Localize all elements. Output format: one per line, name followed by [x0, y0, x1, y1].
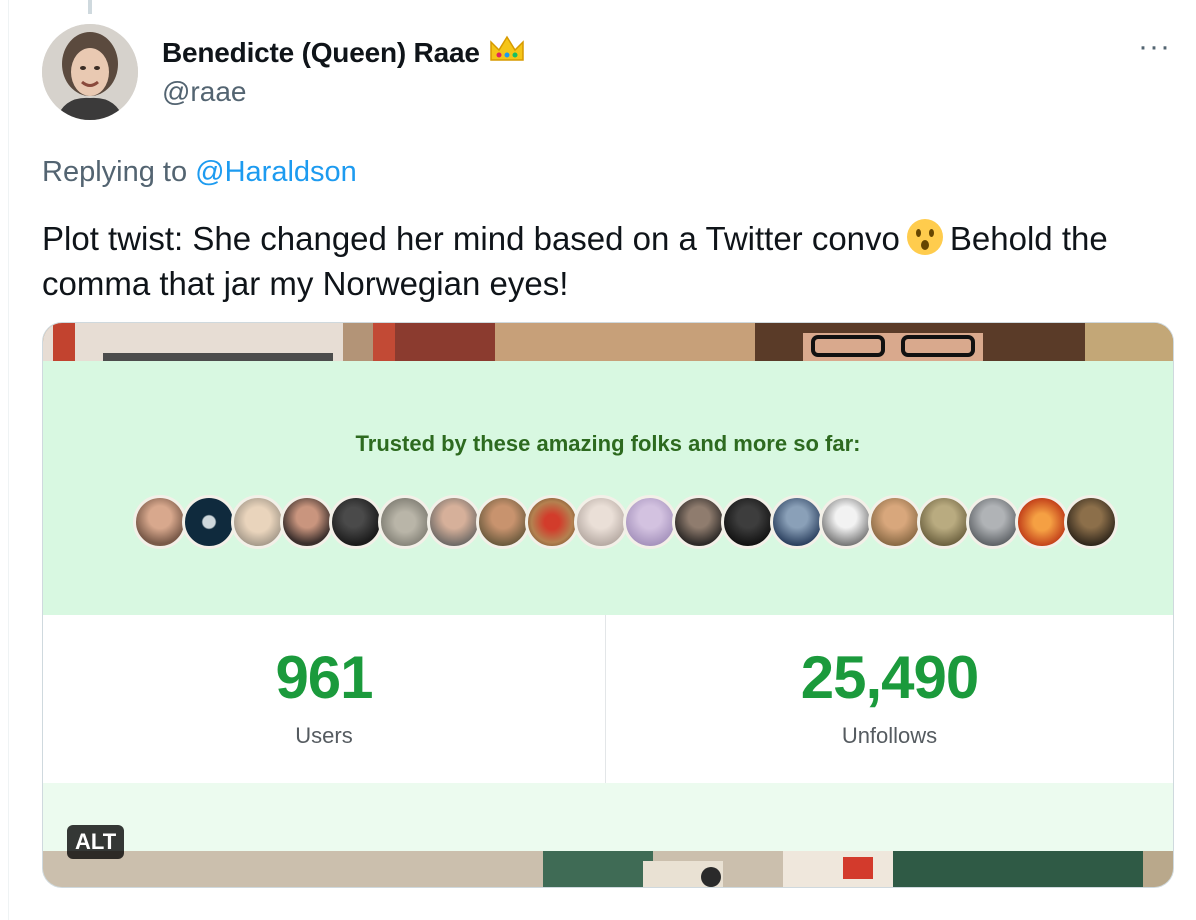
user-avatar-row — [133, 495, 1118, 549]
user-avatar — [182, 495, 236, 549]
user-avatar — [966, 495, 1020, 549]
user-avatar — [672, 495, 726, 549]
replying-to-prefix: Replying to — [42, 156, 196, 188]
attached-image[interactable]: Trusted by these amazing folks and more … — [42, 322, 1174, 888]
astonished-face-emoji-icon — [906, 218, 944, 264]
stat-unfollows-value: 25,490 — [800, 644, 980, 711]
author-handle[interactable]: @raae — [162, 76, 246, 108]
user-avatar — [721, 495, 775, 549]
alt-text-button[interactable]: ALT — [67, 825, 125, 859]
user-avatar — [623, 495, 677, 549]
user-avatar — [329, 495, 383, 549]
user-avatar — [476, 495, 530, 549]
thread-connector-line — [88, 0, 92, 14]
user-avatar — [525, 495, 579, 549]
stat-users: 961 Users — [43, 615, 606, 783]
stats-row: 961 Users 25,490 Unfollows — [43, 615, 1173, 784]
user-avatar — [231, 495, 285, 549]
image-bottom-photo-strip — [43, 851, 1173, 887]
image-top-photo-strip — [43, 323, 1173, 361]
replying-to-mention-link[interactable]: @Haraldson — [195, 156, 357, 188]
trusted-by-panel — [43, 361, 1173, 615]
user-avatar — [1064, 495, 1118, 549]
pale-green-footer-band — [43, 783, 1173, 851]
user-avatar — [574, 495, 628, 549]
stat-unfollows-label: Unfollows — [841, 723, 938, 748]
user-avatar — [819, 495, 873, 549]
tweet-text-part1: Plot twist: She changed her mind based o… — [42, 220, 900, 257]
user-avatar — [868, 495, 922, 549]
stat-unfollows: 25,490 Unfollows — [606, 615, 1173, 783]
user-avatar — [770, 495, 824, 549]
avatar-photo — [42, 24, 138, 120]
trusted-by-heading: Trusted by these amazing folks and more … — [355, 431, 861, 456]
stat-users-label: Users — [295, 723, 353, 748]
user-avatar — [133, 495, 187, 549]
more-options-icon[interactable]: ··· — [1138, 32, 1171, 62]
tweet-text: Plot twist: She changed her mind based o… — [42, 218, 1162, 303]
user-avatar — [1015, 495, 1069, 549]
crown-emoji-icon — [488, 34, 526, 71]
user-avatar — [427, 495, 481, 549]
author-name[interactable]: Benedicte (Queen) Raae — [162, 37, 480, 69]
stat-users-value: 961 — [275, 644, 373, 711]
user-avatar — [378, 495, 432, 549]
user-avatar — [917, 495, 971, 549]
author-name-row[interactable]: Benedicte (Queen) Raae — [162, 34, 526, 71]
left-divider — [8, 0, 9, 920]
author-avatar[interactable] — [42, 24, 138, 120]
user-avatar — [280, 495, 334, 549]
replying-to-line: Replying to @Haraldson — [42, 156, 357, 189]
